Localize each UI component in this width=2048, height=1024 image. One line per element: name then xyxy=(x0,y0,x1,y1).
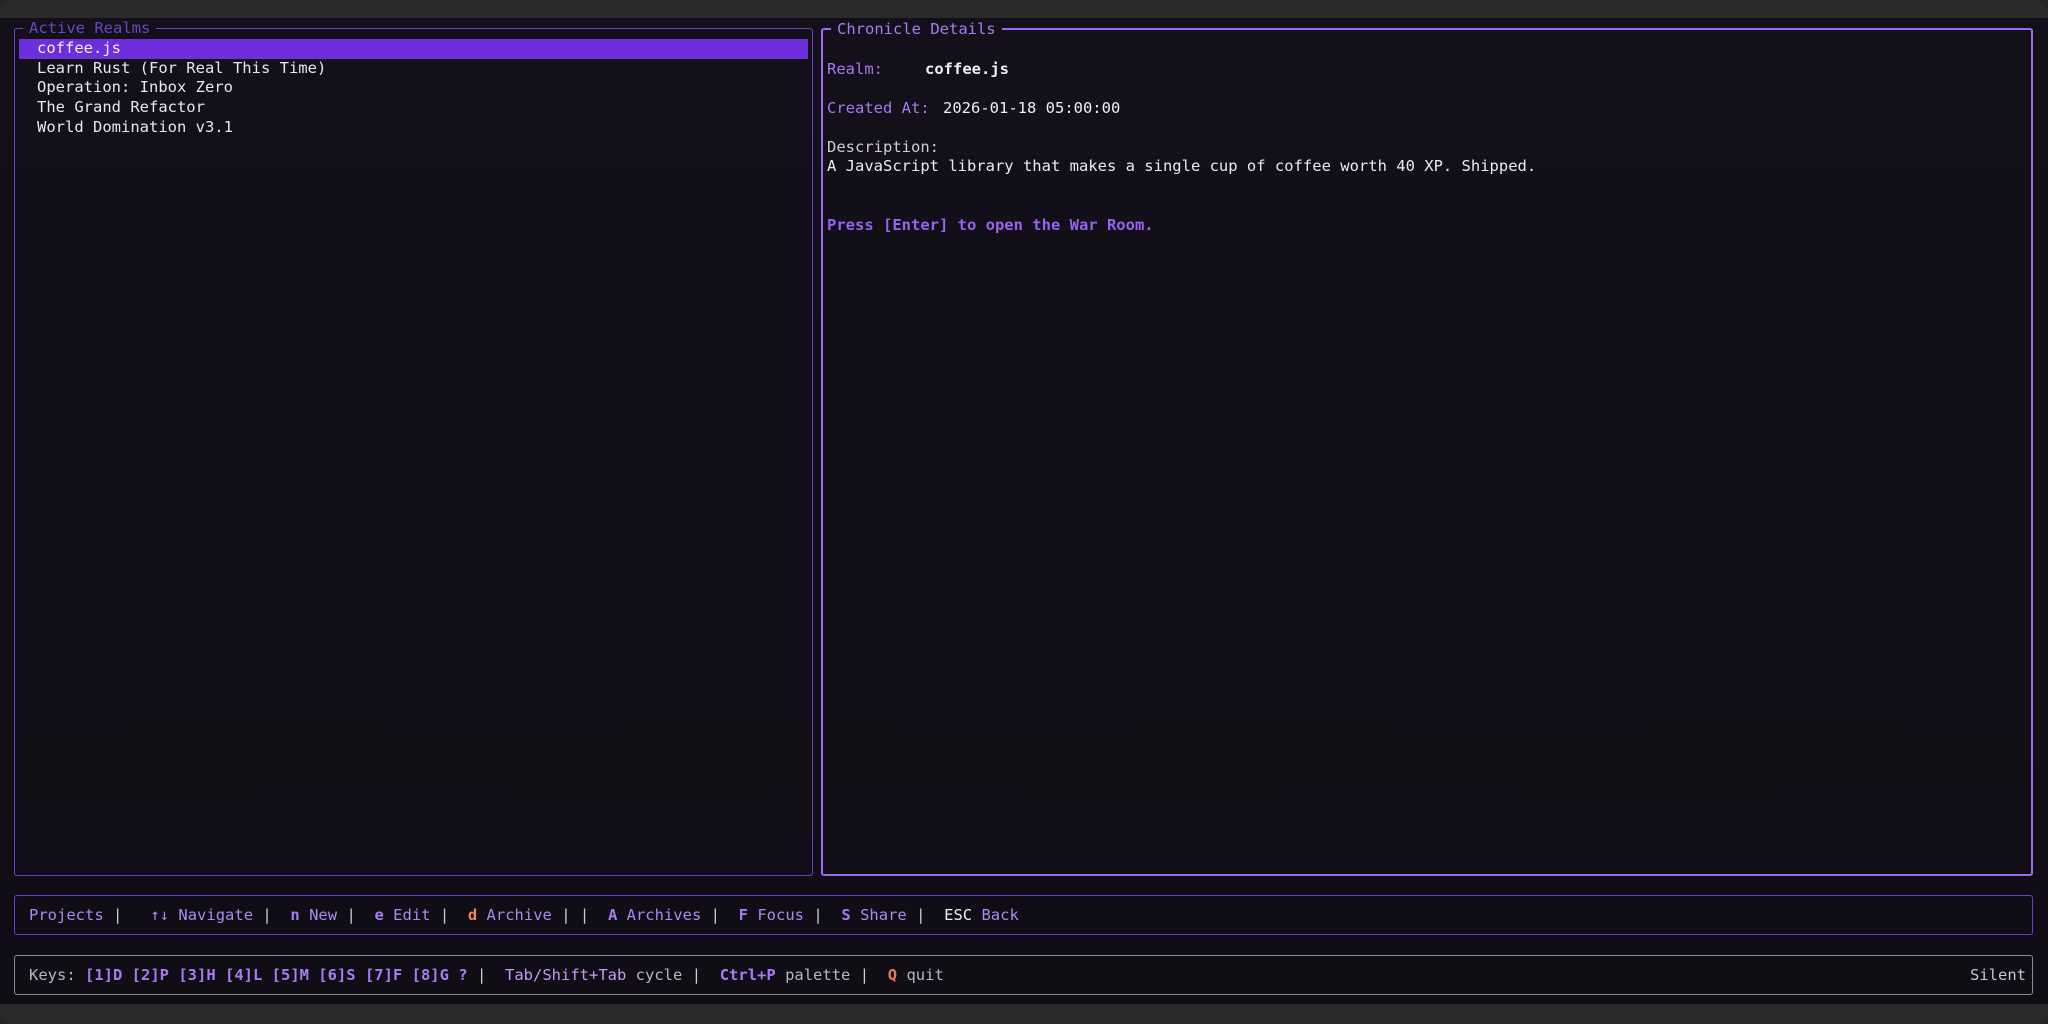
realm-label: Realm: xyxy=(827,60,883,78)
archive-hint[interactable]: d Archive xyxy=(468,906,552,924)
window-bottom-edge xyxy=(0,1004,2048,1024)
edit-key: e xyxy=(374,906,384,924)
palette-key: Ctrl+P xyxy=(719,966,776,984)
keys-bar: Keys: [1]D [2]P [3]H [4]L [5]M [6]S [7]F… xyxy=(14,955,2033,995)
description-text-row: A JavaScript library that makes a single… xyxy=(827,156,1536,176)
command-bar: Projects | ↑↓ Navigate | n New | e Edit … xyxy=(14,895,2033,935)
archives-key: A xyxy=(607,906,618,924)
realm-list-item[interactable]: The Grand Refactor xyxy=(19,98,808,118)
navigate-key: ↑↓ xyxy=(150,906,170,924)
realm-list: coffee.js Learn Rust (For Real This Time… xyxy=(19,39,808,137)
realm-list-item[interactable]: coffee.js xyxy=(19,39,808,59)
view-keys[interactable]: [1]D [2]P [3]H [4]L [5]M [6]S [7]F [8]G … xyxy=(85,966,468,984)
created-value: 2026-01-18 05:00:00 xyxy=(943,99,1121,117)
share-hint[interactable]: S Share xyxy=(841,906,906,924)
context-label: Projects xyxy=(29,906,104,924)
focus-hint[interactable]: F Focus xyxy=(739,906,804,924)
quit-key: Q xyxy=(887,966,898,984)
new-hint[interactable]: n New xyxy=(290,906,337,924)
palette-hint[interactable]: Ctrl+P palette xyxy=(720,966,851,984)
description-label: Description: xyxy=(827,138,939,156)
active-realms-panel: Active Realms coffee.js Learn Rust (For … xyxy=(14,19,813,876)
description-text: A JavaScript library that makes a single… xyxy=(827,157,1537,175)
created-row: Created At: 2026-01-18 05:00:00 xyxy=(827,98,1120,118)
cycle-hint[interactable]: Tab/Shift+Tab cycle xyxy=(505,966,682,984)
chronicle-details-title: Chronicle Details xyxy=(831,20,1002,38)
status-indicator: Silent xyxy=(1970,966,2026,984)
cycle-key: Tab/Shift+Tab xyxy=(505,966,627,984)
realm-list-item[interactable]: Learn Rust (For Real This Time) xyxy=(19,59,808,79)
archive-key: d xyxy=(467,906,478,924)
new-key: n xyxy=(290,906,300,924)
realm-value: coffee.js xyxy=(925,60,1009,78)
created-label: Created At: xyxy=(827,99,930,117)
edit-hint[interactable]: e Edit xyxy=(374,906,430,924)
enter-hint: Press [Enter] to open the War Room. xyxy=(827,216,1154,234)
chronicle-details-panel: Chronicle Details Realm: coffee.js Create… xyxy=(821,20,2033,876)
focus-key: F xyxy=(738,906,748,924)
back-hint[interactable]: ESC Back xyxy=(944,906,1019,924)
quit-hint[interactable]: Q quit xyxy=(888,966,944,984)
back-key: ESC xyxy=(944,906,973,924)
realm-row: Realm: coffee.js xyxy=(827,59,1009,79)
realm-list-item[interactable]: Operation: Inbox Zero xyxy=(19,78,808,98)
archives-hint[interactable]: A Archives xyxy=(608,906,701,924)
navigate-hint[interactable]: ↑↓ Navigate xyxy=(150,906,253,924)
window-top-edge xyxy=(0,0,2048,18)
enter-hint-row: Press [Enter] to open the War Room. xyxy=(827,215,1154,235)
terminal-window: Active Realms coffee.js Learn Rust (For … xyxy=(0,0,2048,1024)
description-label-row: Description: xyxy=(827,137,939,157)
active-realms-title: Active Realms xyxy=(23,19,157,37)
realm-list-item[interactable]: World Domination v3.1 xyxy=(19,118,808,138)
keys-prefix: Keys: xyxy=(29,966,76,984)
share-key: S xyxy=(841,906,851,924)
